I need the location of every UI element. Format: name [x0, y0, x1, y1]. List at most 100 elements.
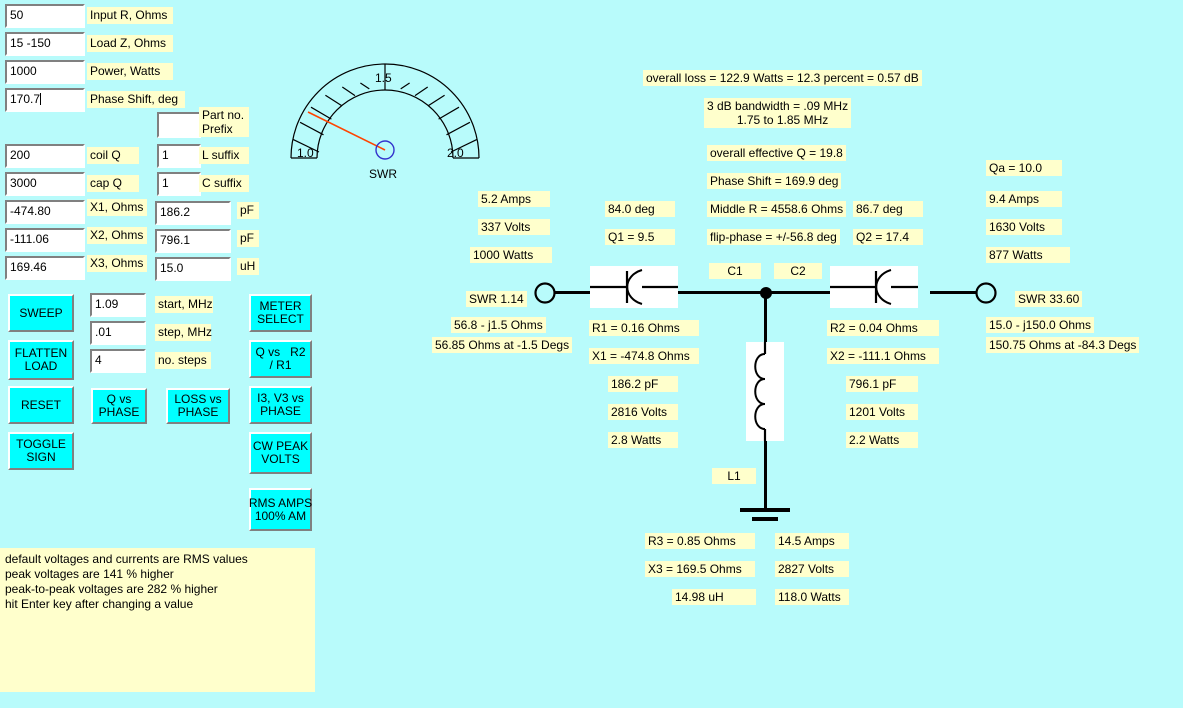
source-amps-label: 5.2 Amps — [478, 191, 550, 207]
step-mhz-label: step, MHz — [155, 324, 212, 341]
power-field[interactable]: 1000 — [5, 60, 85, 84]
q-vs-r2-r1-button[interactable]: Q vs R2 / R1 — [249, 340, 312, 378]
stage1-watts-label: 2.8 Watts — [608, 432, 678, 448]
source-impedance-label: 56.8 - j1.5 Ohms — [451, 317, 546, 333]
c1-capacitor-icon — [590, 269, 678, 305]
ground-bar-wide — [740, 508, 790, 512]
stage2-r-label: R2 = 0.04 Ohms — [827, 320, 939, 336]
i3-v3-vs-phase-button[interactable]: I3, V3 vs PHASE — [249, 386, 312, 424]
x1-converted-field[interactable]: 186.2 — [155, 201, 231, 225]
meter-select-button[interactable]: METER SELECT — [249, 294, 312, 332]
loss-vs-phase-button[interactable]: LOSS vs PHASE — [166, 388, 230, 424]
shunt-volts-label: 2827 Volts — [775, 561, 849, 577]
swr-meter: 1.0 1.5 2.0 SWR — [275, 50, 495, 185]
cw-peak-volts-button[interactable]: CW PEAK VOLTS — [249, 432, 312, 474]
wire-c2-to-load — [930, 291, 976, 294]
stage1-value-label: 186.2 pF — [608, 376, 678, 392]
no-steps-label: no. steps — [155, 352, 211, 369]
x1-field[interactable]: -474.80 — [5, 200, 85, 224]
x1-label: X1, Ohms — [87, 199, 147, 216]
shunt-amps-label: 14.5 Amps — [775, 533, 849, 549]
x2-label: X2, Ohms — [87, 227, 147, 244]
source-polar-label: 56.85 Ohms at -1.5 Degs — [432, 337, 573, 353]
source-swr-label: SWR 1.14 — [466, 291, 527, 307]
gauge-max-label: 2.0 — [447, 146, 464, 160]
gauge-needle — [307, 111, 386, 151]
coil-q-field[interactable]: 200 — [5, 144, 85, 168]
wire-l1-to-ground — [764, 441, 767, 510]
l-suffix-label: L suffix — [199, 147, 249, 164]
shunt-watts-label: 118.0 Watts — [775, 589, 849, 605]
part-prefix-field[interactable] — [157, 112, 201, 138]
ground-bar-narrow — [752, 517, 778, 521]
stage1-x-label: X1 = -474.8 Ohms — [589, 348, 699, 364]
load-impedance-label: 15.0 - j150.0 Ohms — [986, 317, 1095, 333]
rms-amps-button[interactable]: RMS AMPS 100% AM — [249, 488, 312, 531]
no-steps-field[interactable]: 4 — [90, 349, 146, 373]
x2-field[interactable]: -111.06 — [5, 228, 85, 252]
load-terminal-icon — [975, 282, 997, 304]
stage1-q-label: Q1 = 9.5 — [605, 229, 675, 245]
load-amps-label: 9.4 Amps — [986, 191, 1062, 207]
wire-c1-to-node — [678, 291, 770, 294]
source-watts-label: 1000 Watts — [470, 247, 552, 263]
stage2-q-label: Q2 = 17.4 — [853, 229, 923, 245]
step-mhz-field[interactable]: .01 — [90, 321, 146, 345]
c1-label: C1 — [709, 263, 761, 279]
load-qa-label: Qa = 10.0 — [986, 160, 1062, 176]
part-prefix-label: Part no. Prefix — [199, 107, 249, 137]
c2-capacitor-icon — [830, 269, 918, 305]
wire-source-to-c1 — [555, 291, 590, 294]
source-volts-label: 337 Volts — [478, 219, 550, 235]
x1-unit-label: pF — [237, 202, 259, 219]
cap-q-label: cap Q — [87, 175, 139, 192]
bandwidth-label: 3 dB bandwidth = .09 MHz 1.75 to 1.85 MH… — [704, 98, 852, 128]
start-mhz-label: start, MHz — [155, 296, 213, 313]
load-z-label: Load Z, Ohms — [87, 35, 173, 52]
shunt-x-label: X3 = 169.5 Ohms — [645, 561, 755, 577]
x2-unit-label: pF — [237, 230, 259, 247]
phase-shift-result-label: Phase Shift = 169.9 deg — [707, 173, 842, 189]
input-r-label: Input R, Ohms — [87, 7, 173, 24]
l-suffix-field[interactable]: 1 — [157, 144, 201, 168]
gauge-inner-arc — [316, 89, 454, 159]
load-polar-label: 150.75 Ohms at -84.3 Degs — [986, 337, 1140, 353]
stage2-deg-label: 86.7 deg — [853, 201, 923, 217]
coil-q-label: coil Q — [87, 147, 139, 164]
c-suffix-field[interactable]: 1 — [157, 172, 201, 196]
c2-label: C2 — [774, 263, 822, 279]
stage2-volts-label: 1201 Volts — [846, 404, 918, 420]
q-vs-phase-button[interactable]: Q vs PHASE — [91, 388, 147, 424]
load-z-field[interactable]: 15 -150 — [5, 32, 85, 56]
cap-q-field[interactable]: 3000 — [5, 172, 85, 196]
toggle-sign-button[interactable]: TOGGLE SIGN — [8, 432, 74, 470]
flatten-load-button[interactable]: FLATTEN LOAD — [8, 340, 74, 380]
phase-shift-field[interactable]: 170.7 — [5, 88, 85, 112]
start-mhz-field[interactable]: 1.09 — [90, 293, 146, 317]
effective-q-label: overall effective Q = 19.8 — [707, 145, 846, 161]
source-terminal-icon — [534, 282, 556, 304]
stage1-volts-label: 2816 Volts — [608, 404, 678, 420]
stage2-value-label: 796.1 pF — [846, 376, 918, 392]
load-watts-label: 877 Watts — [986, 247, 1070, 263]
x2-converted-field[interactable]: 796.1 — [155, 229, 231, 253]
gauge-title: SWR — [369, 167, 397, 181]
l1-inductor-icon — [754, 342, 767, 441]
stage2-x-label: X2 = -111.1 Ohms — [827, 348, 939, 364]
shunt-value-label: 14.98 uH — [672, 589, 756, 605]
x3-converted-field[interactable]: 15.0 — [155, 257, 231, 281]
phase-shift-label: Phase Shift, deg — [87, 91, 185, 108]
wire-node-to-c2 — [768, 291, 830, 294]
stage1-r-label: R1 = 0.16 Ohms — [589, 320, 699, 336]
flip-phase-label: flip-phase = +/-56.8 deg — [707, 229, 840, 245]
x3-field[interactable]: 169.46 — [5, 256, 85, 280]
sweep-button[interactable]: SWEEP — [8, 294, 74, 332]
middle-r-label: Middle R = 4558.6 Ohms — [707, 201, 847, 217]
gauge-min-label: 1.0 — [297, 146, 314, 160]
stage2-watts-label: 2.2 Watts — [846, 432, 918, 448]
reset-button[interactable]: RESET — [8, 386, 74, 424]
shunt-r-label: R3 = 0.85 Ohms — [645, 533, 755, 549]
load-swr-label: SWR 33.60 — [1015, 291, 1083, 307]
input-r-field[interactable]: 50 — [5, 4, 85, 28]
text-caret — [40, 93, 42, 105]
